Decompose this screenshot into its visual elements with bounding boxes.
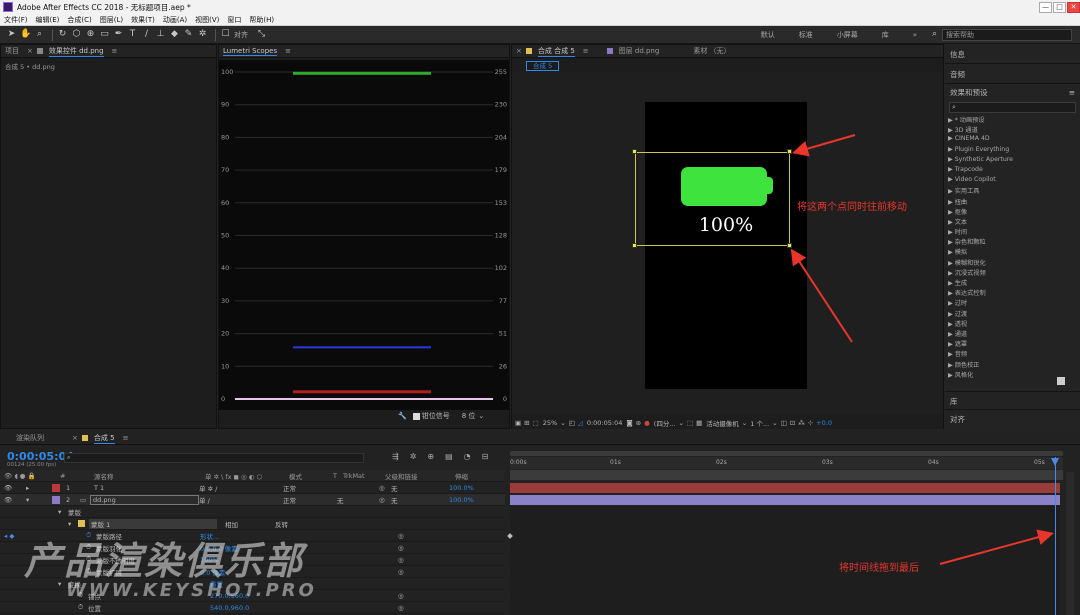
annotation-move-points: 将这两个点同时往前移动 [797,202,907,213]
annotation-arrow-timeline [939,529,1054,565]
annotation-drag-timeline: 将时间线拖到最后 [839,563,919,574]
watermark-en: WWW.KEYSHOT.PRO [66,580,317,601]
annotation-arrow-bottom [790,248,853,343]
annotation-arrow-top [792,134,856,157]
annotation-arrows [790,134,1054,565]
watermark-cn: 产品渲染俱乐部 [24,539,305,583]
